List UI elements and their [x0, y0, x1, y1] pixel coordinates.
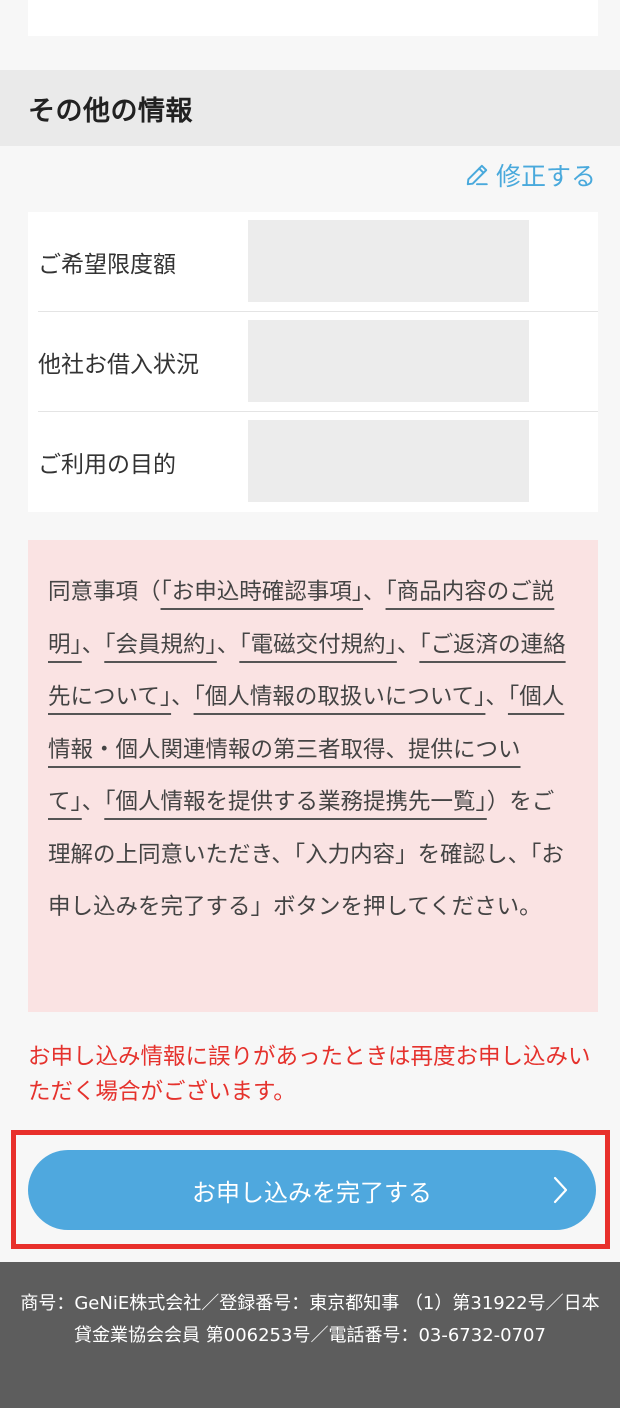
section-title: その他の情報	[28, 95, 193, 127]
info-value	[248, 420, 529, 502]
submit-button-label: お申し込みを完了する	[192, 1179, 432, 1207]
consent-text: 、	[171, 684, 194, 710]
error-warning-text: お申し込み情報に誤りがあったときは再度お申し込みいただく場合がございます。	[28, 1044, 591, 1105]
consent-text: 、	[216, 631, 240, 658]
section-header: その他の情報	[0, 70, 620, 146]
info-card: ご希望限度額 他社お借入状況 ご利用の目的	[28, 212, 598, 512]
footer: 商号：GeNiE株式会社／登録番号：東京都知事 （1）第31922号／日本貸金業…	[0, 1262, 620, 1408]
edit-link[interactable]: 修正する	[464, 155, 596, 195]
consent-text: 、	[396, 631, 420, 658]
previous-section-card	[28, 0, 598, 36]
consent-box: 同意事項（「お申込時確認事項」、「商品内容のご説明」、「会員規約」、「電磁交付規…	[28, 540, 598, 1012]
complete-application-button[interactable]: お申し込みを完了する	[28, 1150, 596, 1230]
consent-text: 、	[485, 684, 508, 710]
chevron-right-icon	[550, 1150, 570, 1230]
consent-text: 、	[81, 789, 105, 815]
footer-company-info: 商号：GeNiE株式会社／登録番号：東京都知事 （1）第31922号／日本貸金業…	[20, 1293, 600, 1346]
link-electronic-delivery-terms[interactable]: 「電磁交付規約」	[239, 632, 397, 658]
consent-text: 、	[81, 631, 105, 658]
info-row-purpose: ご利用の目的	[28, 412, 598, 512]
info-row-limit: ご希望限度額	[28, 212, 598, 312]
pencil-icon	[466, 164, 488, 186]
consent-text: 同意事項（	[48, 579, 161, 605]
info-value	[248, 320, 529, 402]
info-label: ご希望限度額	[38, 252, 176, 278]
link-personal-info-handling[interactable]: 「個人情報の取扱いについて」	[194, 684, 486, 710]
edit-link-label: 修正する	[495, 162, 596, 191]
link-application-confirmation[interactable]: 「お申込時確認事項」	[161, 579, 364, 605]
info-value	[248, 220, 529, 302]
link-member-terms[interactable]: 「会員規約」	[104, 632, 217, 658]
info-row-other-borrowing: 他社お借入状況	[28, 312, 598, 412]
info-label: ご利用の目的	[38, 452, 176, 478]
info-label: 他社お借入状況	[38, 352, 199, 378]
consent-text: 、	[363, 579, 386, 605]
link-business-partners-list[interactable]: 「個人情報を提供する業務提携先一覧」	[104, 789, 487, 815]
